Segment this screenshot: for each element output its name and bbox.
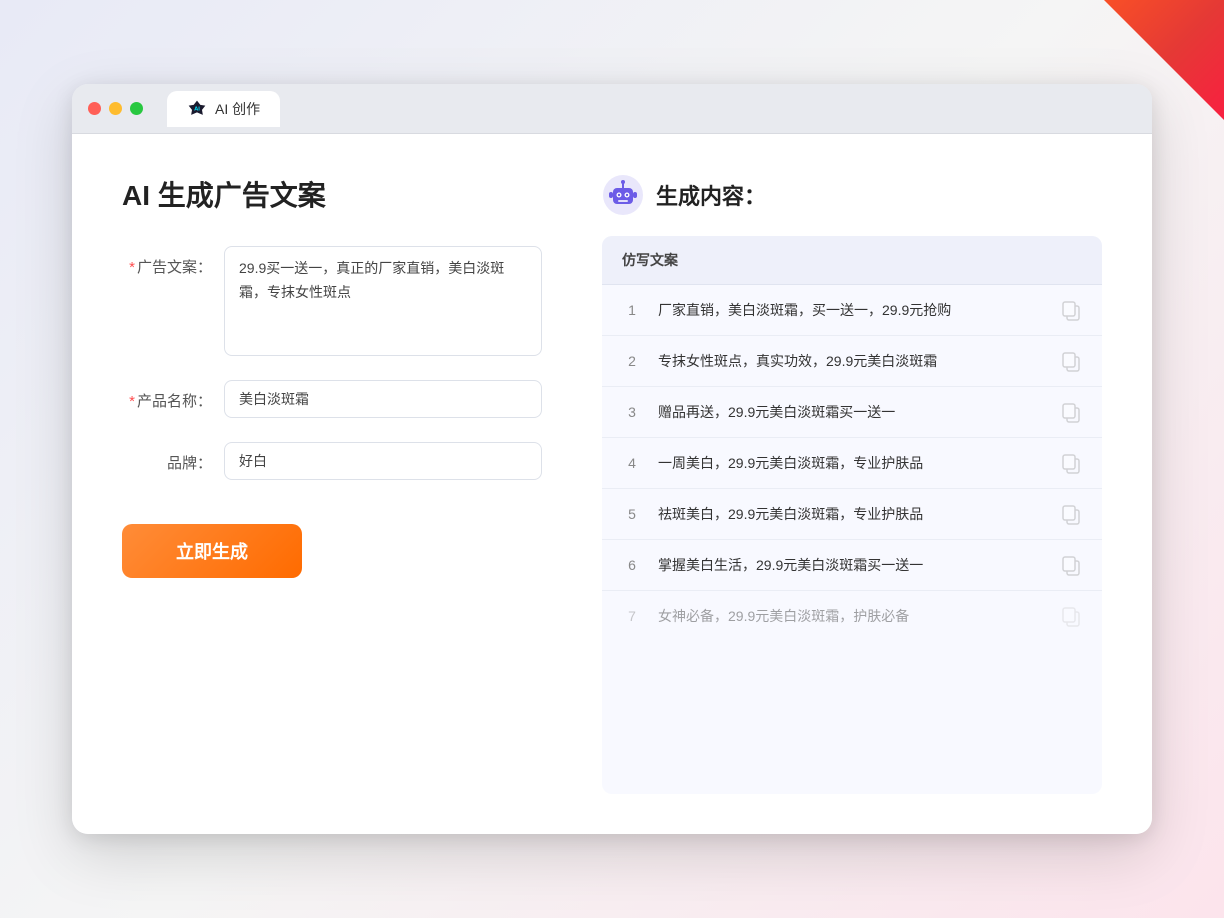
result-table: 仿写文案 1 厂家直销，美白淡斑霜，买一送一，29.9元抢购 2 专抹女性斑点，… [602,236,1102,794]
result-item-1: 1 厂家直销，美白淡斑霜，买一送一，29.9元抢购 [602,285,1102,336]
result-num-1: 1 [622,302,642,318]
brand-label: 品牌： [122,442,212,473]
ad-copy-input[interactable] [224,246,542,356]
copy-icon-5[interactable] [1060,503,1082,525]
result-text-6: 掌握美白生活，29.9元美白淡斑霜买一送一 [658,555,1044,576]
result-num-2: 2 [622,353,642,369]
result-header: 生成内容： [602,174,1102,216]
product-name-label: *产品名称： [122,380,212,411]
result-item-2: 2 专抹女性斑点，真实功效，29.9元美白淡斑霜 [602,336,1102,387]
result-num-6: 6 [622,557,642,573]
ai-tab-icon: AI [187,99,207,119]
result-num-4: 4 [622,455,642,471]
copy-icon-2[interactable] [1060,350,1082,372]
right-panel: 生成内容： 仿写文案 1 厂家直销，美白淡斑霜，买一送一，29.9元抢购 2 [602,174,1102,794]
required-star-2: * [129,393,135,410]
result-item-4: 4 一周美白，29.9元美白淡斑霜，专业护肤品 [602,438,1102,489]
tab-ai-creation[interactable]: AI AI 创作 [167,91,280,127]
result-text-3: 赠品再送，29.9元美白淡斑霜买一送一 [658,402,1044,423]
ad-copy-label: *广告文案： [122,246,212,277]
result-item-5: 5 祛斑美白，29.9元美白淡斑霜，专业护肤品 [602,489,1102,540]
result-text-5: 祛斑美白，29.9元美白淡斑霜，专业护肤品 [658,504,1044,525]
left-panel: AI 生成广告文案 *广告文案： *产品名称： 品牌： 立 [122,174,542,794]
copy-icon-4[interactable] [1060,452,1082,474]
result-text-7: 女神必备，29.9元美白淡斑霜，护肤必备 [658,606,1044,627]
product-name-group: *产品名称： [122,380,542,418]
page-title: AI 生成广告文案 [122,174,542,214]
copy-icon-1[interactable] [1060,299,1082,321]
close-button[interactable] [88,102,101,115]
result-item-6: 6 掌握美白生活，29.9元美白淡斑霜买一送一 [602,540,1102,591]
brand-group: 品牌： [122,442,542,480]
copy-icon-3[interactable] [1060,401,1082,423]
result-item-3: 3 赠品再送，29.9元美白淡斑霜买一送一 [602,387,1102,438]
result-text-4: 一周美白，29.9元美白淡斑霜，专业护肤品 [658,453,1044,474]
copy-icon-6[interactable] [1060,554,1082,576]
svg-text:AI: AI [194,106,200,112]
result-item-7: 7 女神必备，29.9元美白淡斑霜，护肤必备 [602,591,1102,641]
browser-window: AI AI 创作 AI 生成广告文案 *广告文案： *产品名称： [72,84,1152,834]
tab-title: AI 创作 [215,99,260,119]
tab-area: AI AI 创作 [167,91,280,127]
result-text-2: 专抹女性斑点，真实功效，29.9元美白淡斑霜 [658,351,1044,372]
traffic-lights [88,102,143,115]
generate-button[interactable]: 立即生成 [122,524,302,578]
result-text-1: 厂家直销，美白淡斑霜，买一送一，29.9元抢购 [658,300,1044,321]
copy-icon-7[interactable] [1060,605,1082,627]
result-table-header: 仿写文案 [602,236,1102,285]
required-star-1: * [129,259,135,276]
brand-input[interactable] [224,442,542,480]
result-num-7: 7 [622,608,642,624]
robot-icon [602,174,644,216]
main-content: AI 生成广告文案 *广告文案： *产品名称： 品牌： 立 [72,134,1152,834]
result-title: 生成内容： [656,179,766,211]
result-num-3: 3 [622,404,642,420]
product-name-input[interactable] [224,380,542,418]
maximize-button[interactable] [130,102,143,115]
minimize-button[interactable] [109,102,122,115]
ad-copy-group: *广告文案： [122,246,542,356]
result-num-5: 5 [622,506,642,522]
result-table-header-text: 仿写文案 [622,252,678,268]
titlebar: AI AI 创作 [72,84,1152,134]
